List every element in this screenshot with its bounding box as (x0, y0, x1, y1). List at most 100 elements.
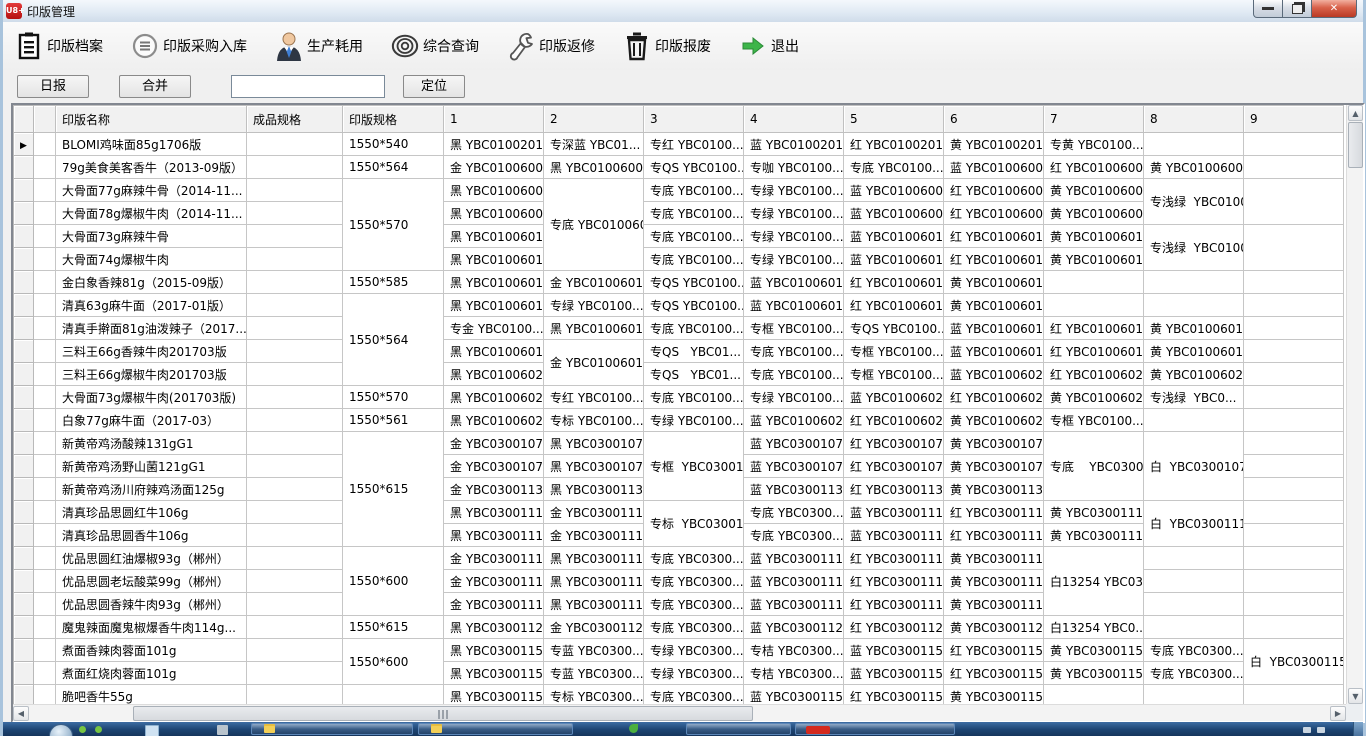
table-cell[interactable]: 金 YBC01006015 (544, 271, 644, 294)
table-cell[interactable] (1144, 570, 1244, 593)
table-cell[interactable]: 黄 YBC03001113 (1044, 524, 1144, 547)
tray-green-icon[interactable] (95, 726, 102, 733)
table-cell[interactable]: 红 YBC03001116 (844, 570, 944, 593)
row-indicator[interactable]: ▶ (14, 133, 34, 156)
table-cell[interactable]: 红 YBC01002016 (844, 133, 944, 156)
table-cell[interactable] (34, 455, 56, 478)
table-cell[interactable]: 专QS YBC01... (644, 340, 744, 363)
row-indicator[interactable] (14, 570, 34, 593)
table-cell[interactable]: 黑 YBC03001116 (544, 570, 644, 593)
table-cell[interactable] (247, 225, 343, 248)
taskbar-button-active[interactable] (795, 723, 955, 735)
row-indicator[interactable] (14, 524, 34, 547)
table-cell[interactable]: 蓝 YBC03001115 (744, 547, 844, 570)
table-cell[interactable]: 大骨面74g爆椒牛肉 (56, 248, 247, 271)
table-cell[interactable]: 金 YBC03001115 (444, 547, 544, 570)
row-indicator[interactable] (14, 271, 34, 294)
table-cell[interactable]: 蓝 YBC03001072 (744, 432, 844, 455)
table-cell[interactable] (1244, 616, 1344, 639)
table-cell[interactable]: 魔鬼辣面魔鬼椒爆香牛肉114g... (56, 616, 247, 639)
table-cell[interactable]: 黄 YBC03001122 (944, 616, 1044, 639)
table-cell[interactable]: 黑 YBC01006015 (444, 271, 544, 294)
table-cell[interactable] (34, 616, 56, 639)
table-cell[interactable]: 三料王66g香辣牛肉201703版 (56, 340, 247, 363)
table-cell[interactable] (247, 202, 343, 225)
table-cell[interactable] (247, 662, 343, 685)
table-cell[interactable]: 红 YBC01006022 (844, 409, 944, 432)
table-cell[interactable]: 专底 YBC0100... (644, 202, 744, 225)
table-cell[interactable]: 金 YBC01006003 (444, 156, 544, 179)
table-cell[interactable]: 黄 YBC03001153 (944, 685, 1044, 705)
column-header[interactable]: 印版名称 (56, 106, 247, 133)
table-cell[interactable]: 优品思圆老坛酸菜99g（郴州） (56, 570, 247, 593)
table-cell[interactable]: 黑 YBC03001073 (544, 455, 644, 478)
table-cell[interactable]: 专桔 YBC0300... (744, 662, 844, 685)
table-cell[interactable]: 黄 YBC01006012 (1044, 248, 1144, 271)
table-cell[interactable] (1144, 133, 1244, 156)
table-cell[interactable]: 1550*570 (343, 179, 444, 271)
table-cell[interactable]: 黄 YBC03001117 (944, 593, 1044, 616)
close-button[interactable]: ✕ (1312, 0, 1357, 18)
table-cell[interactable]: 蓝 YBC03001113 (844, 524, 944, 547)
table-cell[interactable] (247, 340, 343, 363)
table-cell[interactable]: 蓝 YBC01006015 (744, 271, 844, 294)
table-cell[interactable]: 专绿 YBC0300... (644, 662, 744, 685)
table-cell[interactable]: 黑 YBC03001115 (544, 547, 644, 570)
row-indicator[interactable] (14, 179, 34, 202)
table-cell[interactable] (247, 685, 343, 705)
table-cell[interactable]: 大骨面73g麻辣牛骨 (56, 225, 247, 248)
table-cell[interactable]: 蓝 YBC03001116 (744, 570, 844, 593)
taskbar-button[interactable] (418, 723, 573, 735)
table-cell[interactable]: 红 YBC01006012 (944, 248, 1044, 271)
table-cell[interactable]: 黑 YBC01006012 (444, 248, 544, 271)
table-cell[interactable] (1244, 501, 1344, 524)
table-cell[interactable]: 红 YBC01006018 (1044, 317, 1144, 340)
scroll-right-icon[interactable]: ▶ (1330, 706, 1346, 721)
table-cell[interactable] (34, 294, 56, 317)
table-cell[interactable] (343, 685, 444, 705)
table-cell[interactable] (1244, 455, 1344, 478)
table-cell[interactable]: 1550*600 (343, 639, 444, 685)
toolbar-item-plate-repair[interactable]: 印版返修 (507, 31, 595, 61)
table-cell[interactable]: 黑 YBC01002016 (444, 133, 544, 156)
table-cell[interactable]: 白13254 YBC03001 (1044, 547, 1144, 616)
table-cell[interactable]: 黄 YBC01006008 (1044, 179, 1144, 202)
table-cell[interactable]: 黄 YBC03001115 (944, 547, 1044, 570)
locate-button[interactable]: 定位 (403, 75, 465, 98)
table-cell[interactable] (1044, 685, 1144, 705)
table-cell[interactable]: 黑 YBC03001152 (444, 662, 544, 685)
table-cell[interactable]: 专底 YBC030010 (1044, 432, 1144, 501)
toolbar-item-purchase-inbound[interactable]: 印版采购入库 (131, 31, 247, 61)
scroll-left-icon[interactable]: ◀ (13, 706, 29, 721)
table-cell[interactable]: 1550*564 (343, 156, 444, 179)
table-cell[interactable]: 专框 YBC0100... (844, 363, 944, 386)
table-cell[interactable] (1244, 386, 1344, 409)
table-cell[interactable]: 红 YBC01006008 (944, 179, 1044, 202)
table-cell[interactable]: 专框 YBC0100... (744, 317, 844, 340)
row-indicator[interactable] (14, 386, 34, 409)
table-cell[interactable] (1244, 409, 1344, 432)
table-cell[interactable]: 红 YBC03001115 (844, 547, 944, 570)
table-cell[interactable]: 专底 YBC0300... (1144, 662, 1244, 685)
table-cell[interactable]: 红 YBC01006009 (944, 202, 1044, 225)
table-cell[interactable]: 黄 YBC03001116 (944, 570, 1044, 593)
table-cell[interactable] (247, 455, 343, 478)
table-cell[interactable]: 专浅绿 YBC01006 (1144, 225, 1244, 271)
table-cell[interactable]: 蓝 YBC01006008 (844, 179, 944, 202)
table-cell[interactable]: 蓝 YBC01006018 (944, 317, 1044, 340)
table-cell[interactable]: 红 YBC01006015 (844, 271, 944, 294)
start-button[interactable] (49, 724, 73, 736)
table-cell[interactable]: 红 YBC01006020 (1044, 363, 1144, 386)
row-indicator[interactable] (14, 248, 34, 271)
table-cell[interactable]: 专底 YBC0300... (644, 547, 744, 570)
column-header[interactable]: 印版规格 (343, 106, 444, 133)
row-indicator[interactable] (14, 685, 34, 705)
row-indicator[interactable] (14, 340, 34, 363)
table-cell[interactable]: 蓝 YBC01006017 (744, 294, 844, 317)
table-cell[interactable] (34, 156, 56, 179)
table-cell[interactable]: 红 YBC03001134 (844, 478, 944, 501)
table-cell[interactable] (34, 501, 56, 524)
table-cell[interactable]: 黄 YBC01006015 (944, 271, 1044, 294)
table-cell[interactable]: 专底 YBC0100... (644, 179, 744, 202)
table-cell[interactable] (247, 248, 343, 271)
